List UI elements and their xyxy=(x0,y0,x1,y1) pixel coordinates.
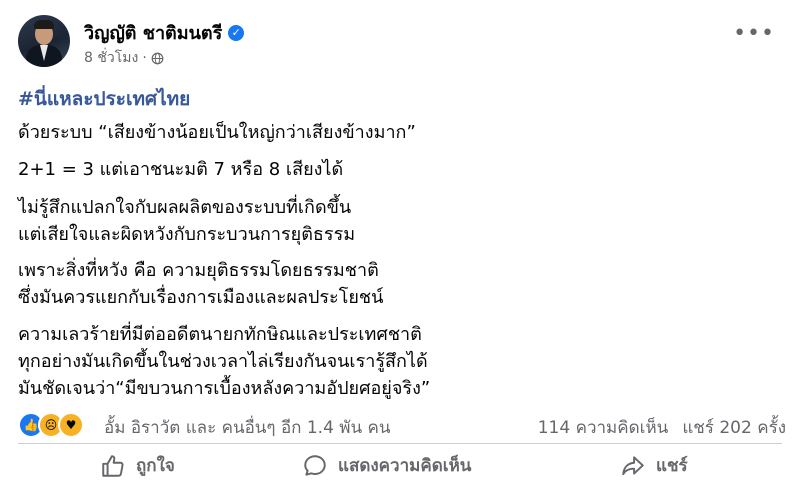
thumbs-up-icon xyxy=(102,454,124,477)
globe-icon xyxy=(151,52,164,64)
post-text-line: ความเลวร้ายที่มีต่ออดีตนายกทักษิณและประเ… xyxy=(18,324,422,345)
action-bar: ถูกใจ แสดงความคิดเห็น แชร์ xyxy=(0,452,800,482)
avatar[interactable] xyxy=(18,15,70,67)
care-icon: ♥ xyxy=(58,412,84,438)
reaction-summary[interactable]: อั้ม อิราวัต และ คนอื่นๆ อีก 1.4 พัน คน xyxy=(104,414,391,441)
verified-badge-icon: ✓ xyxy=(228,24,245,41)
hashtag-link[interactable]: #นี่แหละประเทศไทย xyxy=(18,84,190,114)
comment-label: แสดงความคิดเห็น xyxy=(338,456,472,476)
post-text-line: 2+1 = 3 แต่เอาชนะมติ 7 หรือ 8 เสียงได้ xyxy=(18,159,344,180)
share-count[interactable]: แชร์ 202 ครั้ง xyxy=(682,414,786,441)
engagement-counts: 114 ความคิดเห็น แชร์ 202 ครั้ง xyxy=(538,414,786,441)
post-text-line: ด้วยระบบ “เสียงข้างน้อยเป็นใหญ่กว่าเสียง… xyxy=(18,122,416,143)
more-options-icon[interactable]: ••• xyxy=(733,23,775,45)
facebook-post: วิญญัติ ชาติมนตรี ✓ 8 ชั่วโมง · ••• #นี่… xyxy=(0,0,800,487)
share-button[interactable]: แชร์ xyxy=(620,452,688,479)
author-name[interactable]: วิญญัติ ชาติมนตรี xyxy=(84,18,222,47)
post-text-line: ไม่รู้สึกแปลกใจกับผลผลิตของระบบที่เกิดขึ… xyxy=(18,197,352,218)
comment-bubble-icon xyxy=(304,454,326,476)
like-button[interactable]: ถูกใจ xyxy=(100,452,175,479)
post-text-line: มันชัดเจนว่า“มีขบวนการเบื้องหลังความอัปย… xyxy=(18,378,431,399)
comment-button[interactable]: แสดงความคิดเห็น xyxy=(302,452,471,479)
post-time[interactable]: 8 ชั่วโมง xyxy=(84,47,138,69)
meta-separator: · xyxy=(142,50,147,66)
post-text-line: ซึ่งมันควรแยกกับเรื่องการเมืองและผลประโย… xyxy=(18,287,384,308)
post-text-line: เพราะสิ่งที่หวัง คือ ความยุติธรรมโดยธรรม… xyxy=(18,260,379,281)
comment-count[interactable]: 114 ความคิดเห็น xyxy=(538,414,669,441)
like-label: ถูกใจ xyxy=(136,456,175,476)
reaction-icons[interactable]: 👍 ☹ ♥ xyxy=(18,412,84,438)
post-meta: 8 ชั่วโมง · xyxy=(84,47,164,69)
author-row: วิญญัติ ชาติมนตรี ✓ xyxy=(84,18,245,47)
divider xyxy=(18,443,782,444)
post-text-line: ทุกอย่างมันเกิดขึ้นในช่วงเวลาไล่เรียงกัน… xyxy=(18,351,428,372)
post-text-line: แต่เสียใจและผิดหวังกับกระบวนการยุติธรรม xyxy=(18,224,356,245)
share-label: แชร์ xyxy=(656,456,688,476)
share-arrow-icon xyxy=(622,455,644,475)
